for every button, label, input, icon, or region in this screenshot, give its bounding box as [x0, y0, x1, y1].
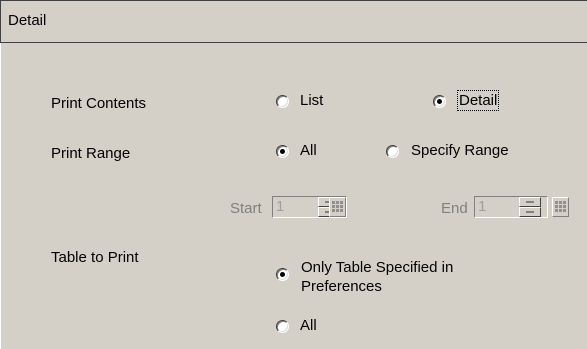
print-contents-detail-radio[interactable]	[433, 95, 446, 108]
end-spin-down-button[interactable]	[519, 207, 541, 217]
end-spin-up-button[interactable]	[519, 197, 541, 207]
radio-selected-dot	[437, 99, 442, 104]
radio-selected-dot	[280, 149, 285, 154]
start-value: 1	[276, 198, 285, 215]
table-only-specified-radio[interactable]	[276, 268, 289, 281]
table-all-label[interactable]: All	[300, 317, 317, 334]
start-keypad-button[interactable]	[329, 197, 346, 217]
print-contents-list-radio[interactable]	[276, 95, 289, 108]
table-all-radio[interactable]	[276, 320, 289, 333]
table-to-print-label: Table to Print	[51, 249, 139, 266]
print-contents-label: Print Contents	[51, 95, 147, 112]
end-spinner-buttons[interactable]	[519, 197, 541, 217]
start-label: Start	[230, 200, 262, 217]
print-contents-detail-label[interactable]: Detail	[456, 90, 500, 111]
end-keypad-button[interactable]	[552, 197, 569, 217]
table-only-specified-label-line2[interactable]: Preferences	[301, 278, 382, 295]
keypad-icon	[555, 201, 566, 212]
table-only-specified-label-line1[interactable]: Only Table Specified in	[301, 259, 453, 276]
print-range-specify-radio[interactable]	[386, 145, 399, 158]
section-title: Detail	[8, 12, 47, 29]
print-range-all-label[interactable]: All	[300, 142, 317, 159]
keypad-icon	[332, 201, 343, 212]
print-contents-list-label[interactable]: List	[300, 92, 323, 109]
end-value: 1	[478, 198, 487, 215]
section-header: Detail	[1, 1, 587, 43]
end-label: End	[441, 200, 468, 217]
print-range-all-radio[interactable]	[276, 145, 289, 158]
print-range-label: Print Range	[51, 145, 131, 162]
radio-selected-dot	[280, 272, 285, 277]
print-range-specify-label[interactable]: Specify Range	[411, 142, 509, 159]
